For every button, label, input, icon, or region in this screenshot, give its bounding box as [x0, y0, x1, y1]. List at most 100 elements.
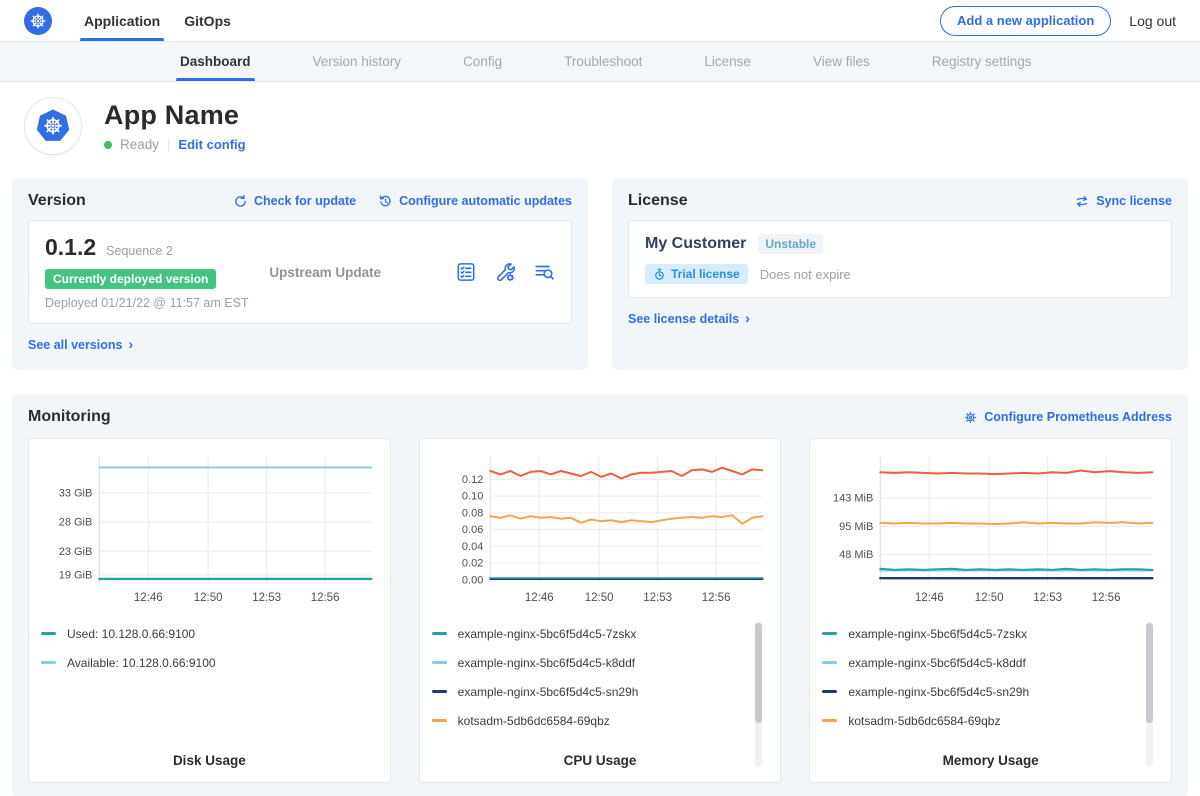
sequence-label: Sequence 2 — [106, 244, 173, 258]
channel-badge: Unstable — [758, 234, 823, 254]
subnav-item-troubleshoot[interactable]: Troubleshoot — [560, 42, 646, 81]
deployed-timestamp: Deployed 01/21/22 @ 11:57 am EST — [45, 296, 269, 310]
app-icon-avatar — [24, 97, 82, 155]
legend-label: example-nginx-5bc6f5d4c5-sn29h — [848, 685, 1029, 699]
svg-text:48 MiB: 48 MiB — [839, 549, 873, 561]
version-source-label: Upstream Update — [269, 265, 422, 280]
subnav-item-license[interactable]: License — [700, 42, 755, 81]
subnav-item-config[interactable]: Config — [459, 42, 506, 81]
trial-license-badge: Trial license — [645, 264, 748, 284]
legend-label: Available: 10.128.0.66:9100 — [67, 656, 216, 670]
chart-card-cpu-usage: 0.000.020.040.060.080.100.1212:4612:5012… — [419, 438, 782, 783]
check-for-update-link[interactable]: Check for update — [233, 194, 356, 209]
topnav-tab-gitops[interactable]: GitOps — [172, 0, 243, 41]
see-license-details-link[interactable]: See license details › — [628, 311, 750, 327]
svg-text:12:53: 12:53 — [252, 592, 281, 604]
svg-text:0.02: 0.02 — [462, 558, 483, 570]
license-card: License Sync license My Customer Unstabl… — [612, 178, 1188, 370]
legend-label: Used: 10.128.0.66:9100 — [67, 627, 195, 641]
deploy-logs-icon[interactable] — [533, 261, 555, 283]
deployed-badge: Currently deployed version — [45, 269, 216, 289]
legend-swatch — [432, 719, 447, 722]
cpu-usage-chart: 0.000.020.040.060.080.100.1212:4612:5012… — [432, 451, 769, 613]
version-card: Version Check for update — [12, 178, 588, 370]
current-version-box: 0.1.2 Sequence 2 Currently deployed vers… — [28, 220, 572, 324]
divider: | — [167, 137, 170, 152]
legend-scrollbar-thumb[interactable] — [755, 623, 762, 723]
chart-title: Disk Usage — [41, 753, 378, 768]
svg-text:12:53: 12:53 — [643, 592, 672, 604]
svg-text:28 GiB: 28 GiB — [59, 517, 93, 529]
memory-usage-chart: 48 MiB95 MiB143 MiB12:4612:5012:5312:56 — [822, 451, 1159, 613]
svg-text:12:56: 12:56 — [1092, 592, 1121, 604]
customer-name: My Customer — [645, 235, 746, 253]
sync-swap-icon — [1074, 194, 1090, 209]
svg-text:12:46: 12:46 — [134, 592, 163, 604]
edit-config-link[interactable]: Edit config — [178, 137, 245, 152]
legend-item: example-nginx-5bc6f5d4c5-k8ddf — [432, 648, 743, 677]
svg-text:12:50: 12:50 — [975, 592, 1004, 604]
legend-swatch — [432, 661, 447, 664]
chart-legend: example-nginx-5bc6f5d4c5-7zskx example-ng… — [432, 619, 769, 749]
chart-legend: example-nginx-5bc6f5d4c5-7zskx example-ng… — [822, 619, 1159, 749]
legend-label: example-nginx-5bc6f5d4c5-7zskx — [458, 627, 637, 641]
page-title: App Name — [104, 100, 246, 131]
legend-item: example-nginx-5bc6f5d4c5-sn29h — [432, 677, 743, 706]
disk-usage-chart: 19 GiB23 GiB28 GiB33 GiB12:4612:5012:531… — [41, 451, 378, 613]
legend-label: example-nginx-5bc6f5d4c5-sn29h — [458, 685, 639, 699]
legend-item: kotsadm-5db6dc6584-69qbz — [822, 706, 1133, 735]
add-new-application-button[interactable]: Add a new application — [940, 6, 1111, 36]
charts-row: 19 GiB23 GiB28 GiB33 GiB12:4612:5012:531… — [28, 438, 1172, 783]
see-all-versions-link[interactable]: See all versions › — [28, 337, 133, 353]
legend-item: Available: 10.128.0.66:9100 — [41, 648, 352, 677]
svg-text:12:56: 12:56 — [701, 592, 730, 604]
legend-item: Used: 10.128.0.66:9100 — [41, 619, 352, 648]
monitoring-title: Monitoring — [28, 408, 111, 426]
legend-item: example-nginx-5bc6f5d4c5-7zskx — [432, 619, 743, 648]
svg-text:12:50: 12:50 — [194, 592, 223, 604]
gear-icon — [963, 410, 978, 425]
topnav-tabs: ApplicationGitOps — [72, 0, 243, 41]
subnav-item-registry-settings[interactable]: Registry settings — [928, 42, 1036, 81]
chevron-right-icon: › — [745, 310, 750, 326]
legend-swatch — [822, 719, 837, 722]
svg-text:95 MiB: 95 MiB — [839, 521, 873, 533]
config-wrench-icon[interactable] — [494, 261, 516, 283]
svg-text:0.06: 0.06 — [462, 524, 483, 536]
status-dot — [104, 141, 112, 149]
version-number: 0.1.2 — [45, 234, 96, 261]
chart-card-memory-usage: 48 MiB95 MiB143 MiB12:4612:5012:5312:56e… — [809, 438, 1172, 783]
legend-item: example-nginx-5bc6f5d4c5-k8ddf — [822, 648, 1133, 677]
legend-label: example-nginx-5bc6f5d4c5-k8ddf — [458, 656, 635, 670]
svg-text:12:46: 12:46 — [525, 592, 554, 604]
subnav-item-version-history[interactable]: Version history — [309, 42, 406, 81]
monitoring-card: Monitoring Configure Prometheus Address … — [12, 394, 1188, 796]
logout-button[interactable]: Log out — [1129, 13, 1176, 29]
chart-title: CPU Usage — [432, 753, 769, 768]
legend-swatch — [822, 661, 837, 664]
configure-automatic-updates-link[interactable]: Configure automatic updates — [378, 194, 572, 209]
legend-swatch — [432, 632, 447, 635]
legend-label: example-nginx-5bc6f5d4c5-k8ddf — [848, 656, 1025, 670]
svg-text:143 MiB: 143 MiB — [833, 492, 873, 504]
legend-scrollbar-thumb[interactable] — [1146, 623, 1153, 723]
legend-swatch — [41, 632, 56, 635]
refresh-icon — [233, 194, 248, 209]
topnav-tab-application[interactable]: Application — [72, 0, 172, 41]
status-text: Ready — [120, 137, 159, 152]
chevron-right-icon: › — [129, 336, 134, 352]
configure-prometheus-link[interactable]: Configure Prometheus Address — [963, 410, 1172, 425]
legend-swatch — [432, 690, 447, 693]
license-box: My Customer Unstable Trial license Does … — [628, 220, 1172, 298]
legend-label: kotsadm-5db6dc6584-69qbz — [458, 714, 610, 728]
release-notes-icon[interactable] — [455, 261, 477, 283]
legend-item: example-nginx-5bc6f5d4c5-7zskx — [822, 619, 1133, 648]
legend-swatch — [41, 661, 56, 664]
subnav-item-dashboard[interactable]: Dashboard — [176, 42, 255, 81]
svg-text:12:46: 12:46 — [915, 592, 944, 604]
subnav-item-view-files[interactable]: View files — [809, 42, 874, 81]
svg-text:0.00: 0.00 — [462, 574, 483, 586]
top-navbar: ApplicationGitOps Add a new application … — [0, 0, 1200, 42]
svg-text:12:56: 12:56 — [311, 592, 340, 604]
sync-license-link[interactable]: Sync license — [1074, 194, 1172, 209]
